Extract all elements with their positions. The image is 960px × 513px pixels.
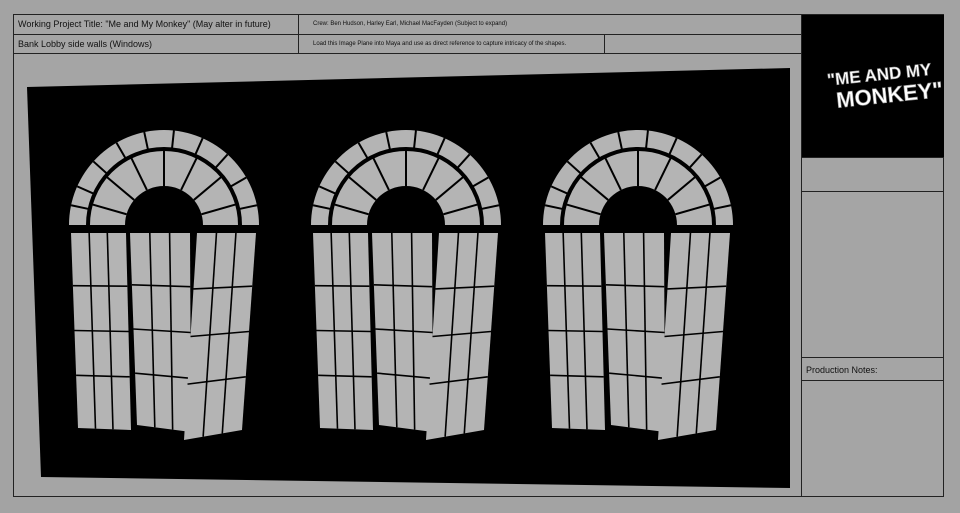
panel-transom [72, 284, 128, 287]
panel-transom [314, 284, 370, 287]
panel-transom [74, 329, 129, 333]
panel-transom [548, 329, 603, 333]
panel-transom [316, 329, 371, 333]
arched-windows-group [69, 130, 733, 440]
reference-image-plane [27, 68, 790, 488]
panel-transom [546, 284, 602, 287]
